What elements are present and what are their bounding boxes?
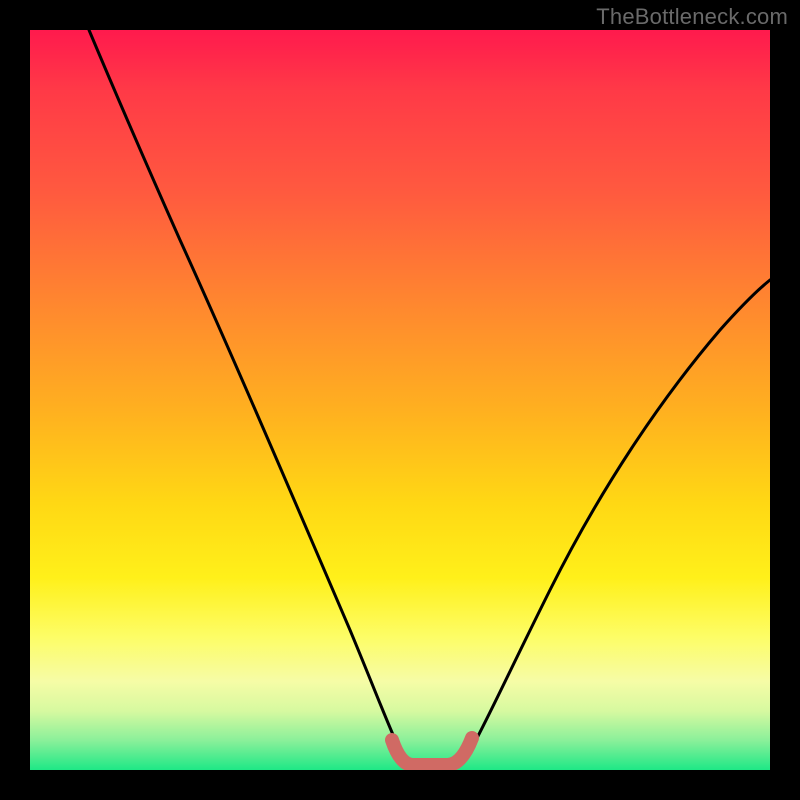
bottleneck-curve [89,30,770,766]
curve-svg [30,30,770,770]
optimal-band [392,738,472,765]
chart-frame: TheBottleneck.com [0,0,800,800]
watermark-text: TheBottleneck.com [596,4,788,30]
plot-area [30,30,770,770]
